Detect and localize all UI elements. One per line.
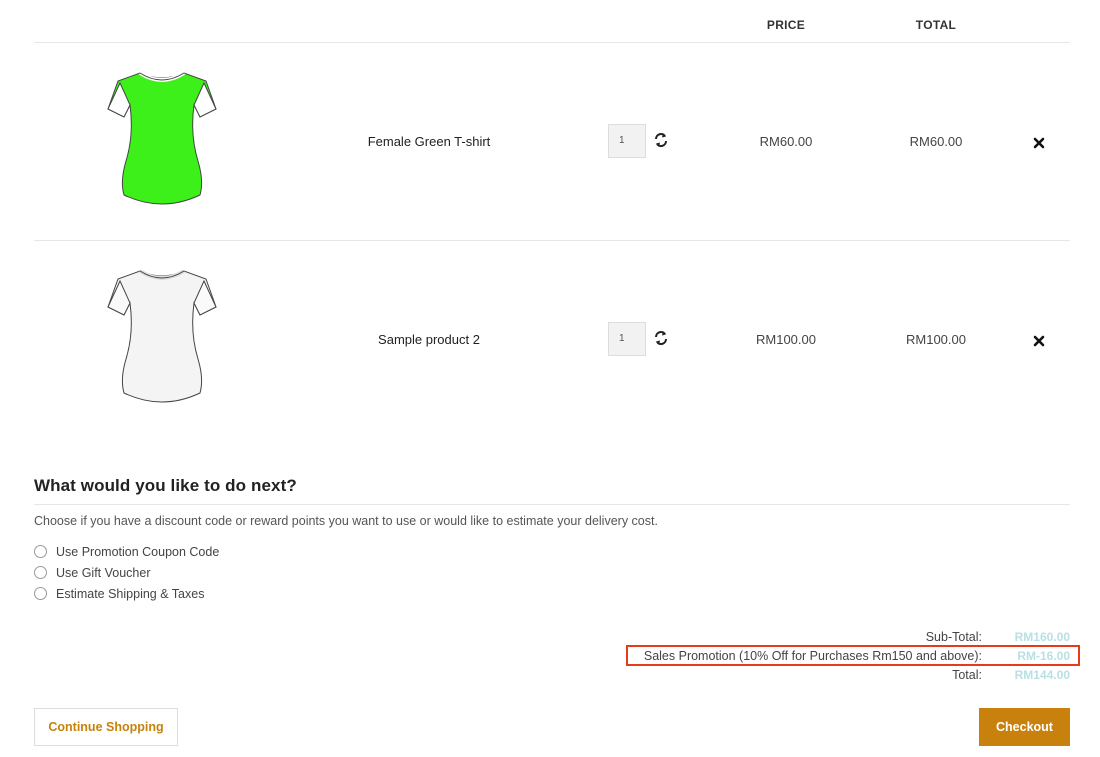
unit-price: RM100.00	[756, 332, 816, 347]
cart-table: PRICE TOTAL Female Green T-shirt 1 RM60.…	[34, 0, 1070, 439]
option-label: Use Gift Voucher	[56, 565, 151, 580]
order-totals: Sub-Total: RM160.00 Sales Promotion (10%…	[610, 627, 1080, 684]
subtotal-row: Sub-Total: RM160.00	[610, 627, 1070, 646]
total-value: RM144.00	[1014, 667, 1070, 682]
option-coupon[interactable]: Use Promotion Coupon Code	[34, 541, 1070, 562]
total-column-header: TOTAL	[915, 18, 957, 32]
option-shipping[interactable]: Estimate Shipping & Taxes	[34, 583, 1070, 604]
cart-row: Sample product 2 1 RM100.00 RM100.00	[34, 241, 1070, 439]
option-label: Use Promotion Coupon Code	[56, 544, 220, 559]
close-icon[interactable]	[1032, 334, 1046, 348]
next-steps-options: Use Promotion Coupon Code Use Gift Vouch…	[34, 541, 1070, 604]
line-total: RM100.00	[906, 332, 966, 347]
refresh-icon[interactable]	[653, 330, 669, 346]
subtotal-label: Sub-Total:	[925, 629, 982, 644]
total-row: Total: RM144.00	[610, 665, 1070, 684]
option-label: Estimate Shipping & Taxes	[56, 586, 205, 601]
close-icon[interactable]	[1032, 136, 1046, 150]
product-name[interactable]: Female Green T-shirt	[324, 134, 534, 149]
product-name[interactable]: Sample product 2	[324, 332, 534, 347]
product-image[interactable]	[102, 65, 222, 215]
cart-header: PRICE TOTAL	[34, 0, 1070, 43]
unit-price: RM60.00	[759, 134, 813, 149]
next-steps-description: Choose if you have a discount code or re…	[34, 514, 658, 528]
radio-button[interactable]	[34, 587, 47, 600]
checkout-button[interactable]: Checkout	[979, 708, 1070, 746]
subtotal-value: RM160.00	[1014, 629, 1070, 644]
refresh-icon[interactable]	[653, 132, 669, 148]
quantity-input[interactable]: 1	[608, 124, 646, 158]
radio-button[interactable]	[34, 566, 47, 579]
quantity-input[interactable]: 1	[608, 322, 646, 356]
radio-button[interactable]	[34, 545, 47, 558]
next-steps-section: What would you like to do next? Choose i…	[34, 476, 1070, 604]
price-column-header: PRICE	[766, 18, 806, 32]
total-label: Total:	[952, 667, 982, 682]
option-voucher[interactable]: Use Gift Voucher	[34, 562, 1070, 583]
cart-row: Female Green T-shirt 1 RM60.00 RM60.00	[34, 43, 1070, 241]
product-image[interactable]	[102, 263, 222, 413]
next-steps-heading: What would you like to do next?	[34, 476, 1070, 505]
line-total: RM60.00	[909, 134, 963, 149]
promotion-highlight-box	[626, 645, 1080, 666]
continue-shopping-button[interactable]: Continue Shopping	[34, 708, 178, 746]
